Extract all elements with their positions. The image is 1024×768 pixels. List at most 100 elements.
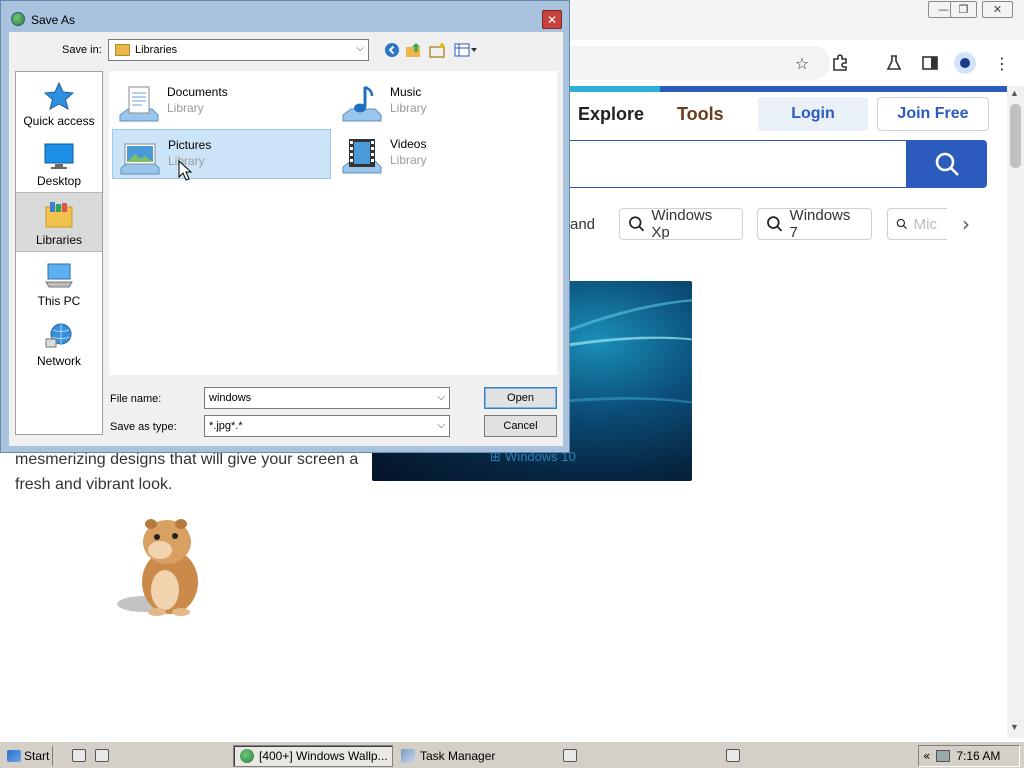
place-quick-access[interactable]: Quick access: [16, 72, 102, 132]
windows-logo-icon: [7, 750, 21, 762]
tag-chip-partial[interactable]: and: [570, 216, 595, 233]
scroll-up-icon[interactable]: ▲: [1010, 88, 1019, 98]
network-tray-icon[interactable]: [936, 750, 951, 762]
address-bar[interactable]: [560, 46, 830, 80]
dialog-titlebar[interactable]: Save As ✕: [1, 1, 569, 32]
chevron-down-icon[interactable]: ⌵: [437, 392, 445, 403]
page-scrollbar[interactable]: [1007, 86, 1024, 738]
library-item-pictures[interactable]: Pictures Library: [112, 129, 331, 179]
site-search-input[interactable]: [560, 140, 908, 188]
taskbar-item-browser[interactable]: [400+] Windows Wallp...: [233, 745, 393, 767]
site-header-strip: [560, 86, 1007, 92]
save-as-type-value: *.jpg*.*: [209, 420, 243, 432]
start-label: Start: [24, 749, 50, 763]
task-manager-icon: [401, 749, 415, 763]
taskbar-item-label: [400+] Windows Wallp...: [259, 749, 388, 763]
open-button[interactable]: Open: [484, 387, 557, 409]
place-label: Libraries: [35, 233, 83, 247]
place-libraries[interactable]: Libraries: [16, 192, 102, 252]
description-text: mesmerizing designs that will give your …: [15, 451, 359, 493]
tag-chip-label: Windows 7: [789, 208, 851, 240]
place-label: Network: [36, 354, 81, 368]
save-as-type-dropdown[interactable]: *.jpg*.* ⌵: [204, 415, 450, 437]
save-as-dialog: Save As ✕ Save in: Libraries ⌵ Quick acc…: [0, 0, 570, 453]
profile-avatar-icon[interactable]: [954, 52, 976, 74]
library-name: Documents: [167, 85, 228, 99]
login-button[interactable]: Login: [758, 97, 868, 131]
window-close-icon[interactable]: ✕: [982, 1, 1013, 18]
taskbar-item-task-manager[interactable]: Task Manager: [395, 745, 545, 767]
cancel-button[interactable]: Cancel: [484, 415, 557, 437]
save-in-value: Libraries: [135, 44, 178, 56]
mouse-cursor-icon: [178, 160, 192, 181]
pictures-library-icon: [119, 138, 161, 176]
place-network[interactable]: Network: [16, 312, 102, 372]
place-this-pc[interactable]: This PC: [16, 252, 102, 312]
tag-chip-label: Windows Xp: [651, 208, 713, 240]
tag-chip[interactable]: Windows Xp: [619, 208, 743, 240]
restore-icon[interactable]: ❐: [950, 1, 977, 18]
save-in-dropdown[interactable]: Libraries ⌵: [108, 39, 369, 61]
file-name-value: windows: [209, 392, 252, 404]
bookmark-star-icon[interactable]: ☆: [791, 52, 813, 74]
desktop-icon: [44, 142, 74, 170]
site-search-button[interactable]: [906, 140, 987, 188]
computer-icon: [44, 262, 74, 290]
page-scrollbar-thumb[interactable]: [1010, 104, 1021, 168]
tag-chip[interactable]: Mic: [887, 208, 947, 240]
file-list-view[interactable]: Documents Library Music Library Pictures…: [109, 71, 557, 375]
clock[interactable]: 7:16 AM: [956, 749, 1000, 763]
library-name: Videos: [390, 137, 427, 151]
system-tray: « 7:16 AM: [918, 745, 1020, 767]
star-icon: [43, 81, 75, 111]
browser-app-icon: [11, 12, 25, 26]
chevron-right-icon[interactable]: ›: [962, 212, 970, 236]
tray-expand-icon[interactable]: «: [923, 749, 930, 763]
save-in-label: Save in:: [62, 44, 102, 56]
labs-flask-icon[interactable]: [883, 52, 905, 74]
videos-library-icon: [341, 137, 383, 175]
nav-tools[interactable]: Tools: [677, 104, 724, 125]
side-panel-icon[interactable]: [919, 52, 941, 74]
dialog-title: Save As: [31, 13, 76, 27]
library-item-videos[interactable]: Videos Library: [335, 129, 554, 179]
join-free-button[interactable]: Join Free: [877, 97, 989, 131]
place-desktop[interactable]: Desktop: [16, 132, 102, 192]
library-item-music[interactable]: Music Library: [335, 77, 554, 127]
places-bar: Quick access Desktop Libraries This PC N…: [15, 71, 103, 435]
up-folder-icon[interactable]: [405, 41, 423, 59]
library-type: Library: [167, 101, 204, 115]
nav-explore[interactable]: Explore: [578, 104, 644, 125]
back-arrow-icon[interactable]: [383, 41, 401, 59]
chevron-down-icon: ⌵: [356, 43, 364, 54]
file-name-input[interactable]: windows ⌵: [204, 387, 450, 409]
view-menu-icon[interactable]: [453, 41, 479, 59]
libraries-folder-icon: [115, 44, 130, 56]
hamster-image: [115, 512, 205, 620]
file-name-label: File name:: [110, 393, 162, 405]
extensions-icon[interactable]: [829, 52, 851, 74]
library-name: Music: [390, 85, 422, 99]
start-button[interactable]: Start: [4, 746, 54, 766]
close-icon[interactable]: ✕: [542, 10, 562, 29]
network-icon: [44, 322, 74, 350]
place-label: Quick access: [23, 114, 95, 128]
tag-chip-label: Mic: [913, 215, 937, 233]
libraries-icon: [44, 201, 74, 229]
taskbar-window-icon[interactable]: [563, 749, 577, 762]
place-label: Desktop: [36, 174, 82, 188]
music-library-icon: [341, 85, 383, 123]
library-name: Pictures: [168, 138, 212, 152]
menu-kebab-icon[interactable]: ⋮: [991, 52, 1013, 74]
search-icon: [629, 216, 645, 232]
new-folder-icon[interactable]: [429, 41, 447, 59]
save-as-type-label: Save as type:: [110, 421, 177, 433]
scroll-down-icon[interactable]: ▼: [1010, 722, 1019, 732]
quick-launch-icon[interactable]: [95, 749, 109, 762]
taskbar-window-icon[interactable]: [726, 749, 740, 762]
taskbar: Start [400+] Windows Wallp... Task Manag…: [0, 741, 1024, 768]
library-item-documents[interactable]: Documents Library: [112, 77, 331, 127]
dialog-body: Save in: Libraries ⌵ Quick access Deskto…: [9, 32, 563, 446]
tag-chip[interactable]: Windows 7: [757, 208, 872, 240]
show-desktop-icon[interactable]: [72, 749, 86, 762]
